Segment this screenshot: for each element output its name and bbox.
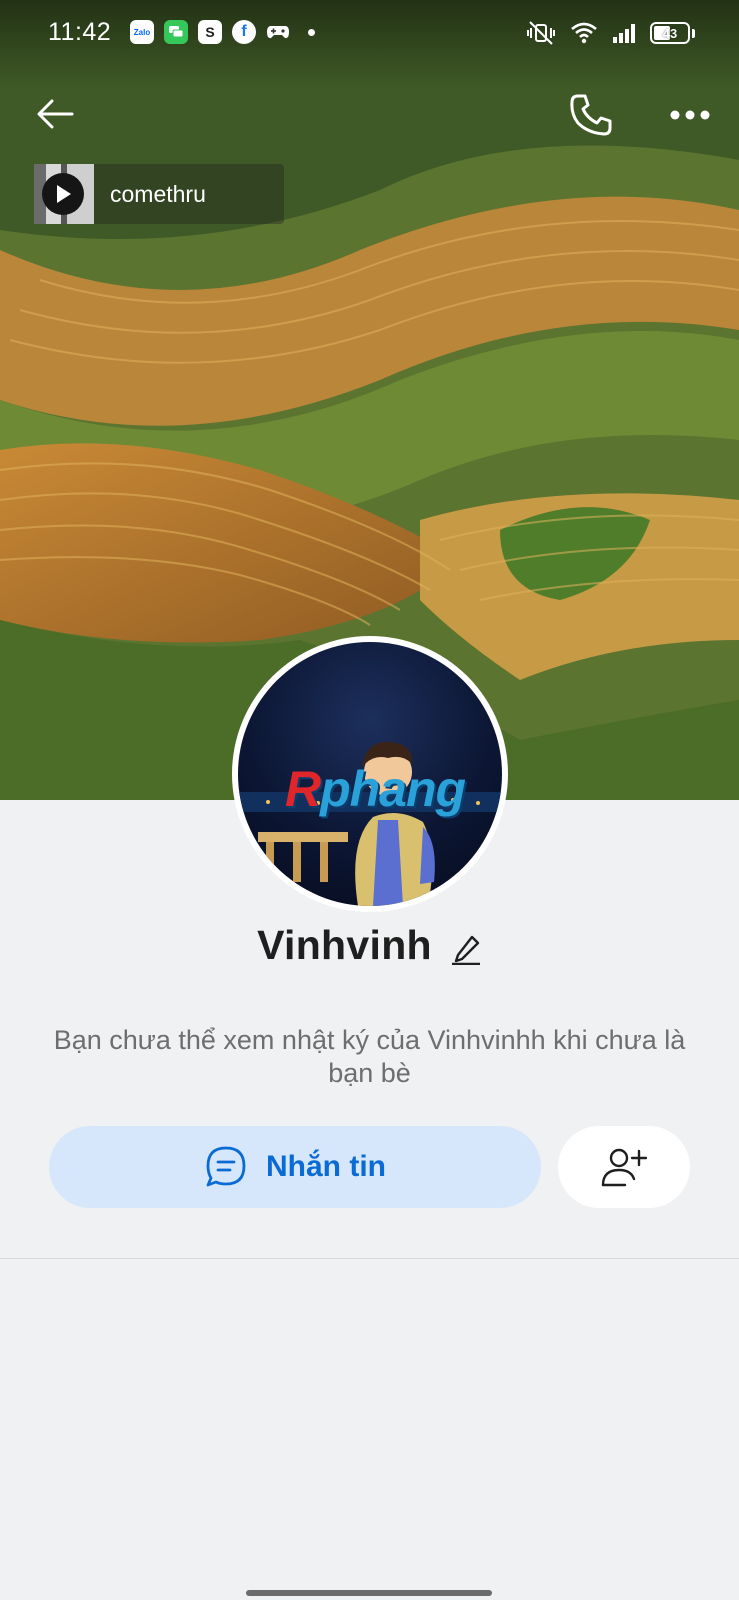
game-controller-icon bbox=[266, 20, 290, 44]
avatar-image: Rphang bbox=[238, 642, 502, 906]
battery-indicator: 43 bbox=[650, 22, 690, 44]
shopee-icon: S bbox=[198, 20, 222, 44]
avatar-logo-r: R bbox=[284, 761, 321, 817]
more-options-button[interactable] bbox=[668, 100, 712, 130]
play-icon bbox=[57, 185, 71, 203]
avatar[interactable]: Rphang bbox=[232, 636, 508, 912]
facebook-icon-text: f bbox=[241, 23, 247, 40]
wifi-icon bbox=[571, 22, 597, 44]
phone-icon bbox=[570, 94, 612, 136]
edit-pencil-icon[interactable] bbox=[450, 931, 482, 965]
cellular-signal-icon bbox=[613, 24, 635, 43]
chat-bubble-icon bbox=[206, 1146, 246, 1187]
section-divider bbox=[0, 1258, 739, 1259]
music-title: comethru bbox=[110, 180, 206, 207]
shopee-icon-text: S bbox=[205, 24, 215, 40]
back-button[interactable] bbox=[34, 92, 78, 136]
status-system-icons: 43 bbox=[526, 20, 695, 46]
add-friend-button[interactable] bbox=[558, 1126, 690, 1208]
profile-name: Vinhvinh bbox=[257, 922, 432, 968]
call-button[interactable] bbox=[568, 92, 614, 138]
avatar-logo-text: Rphang bbox=[260, 760, 490, 818]
arrow-left-icon bbox=[37, 99, 74, 129]
play-button[interactable] bbox=[42, 173, 84, 215]
status-bar: 11:42 Zalo S f 43 bbox=[0, 0, 739, 64]
send-message-button[interactable]: Nhắn tin bbox=[49, 1126, 541, 1208]
status-app-icons: Zalo S f bbox=[130, 20, 315, 44]
notification-dot bbox=[308, 28, 315, 36]
zalo-icon: Zalo bbox=[130, 20, 154, 44]
profile-name-row: Vinhvinh bbox=[0, 922, 739, 969]
send-message-label: Nhắn tin bbox=[266, 1150, 386, 1183]
vibrate-mute-icon bbox=[527, 21, 555, 45]
more-dots-icon bbox=[670, 110, 710, 120]
battery-tip bbox=[692, 28, 695, 38]
battery-level: 43 bbox=[662, 25, 678, 41]
facebook-icon: f bbox=[232, 20, 256, 44]
music-thumbnail bbox=[34, 164, 94, 224]
status-time: 11:42 bbox=[48, 18, 112, 46]
add-user-icon bbox=[601, 1148, 647, 1187]
avatar-logo-rest: phang bbox=[320, 761, 466, 817]
messages-icon bbox=[164, 20, 188, 44]
profile-music-chip[interactable]: comethru bbox=[34, 164, 284, 224]
home-indicator[interactable] bbox=[246, 1590, 492, 1596]
zalo-icon-text: Zalo bbox=[133, 27, 151, 37]
friends-only-notice: Bạn chưa thể xem nhật ký của Vinhvinhh k… bbox=[53, 1025, 686, 1088]
